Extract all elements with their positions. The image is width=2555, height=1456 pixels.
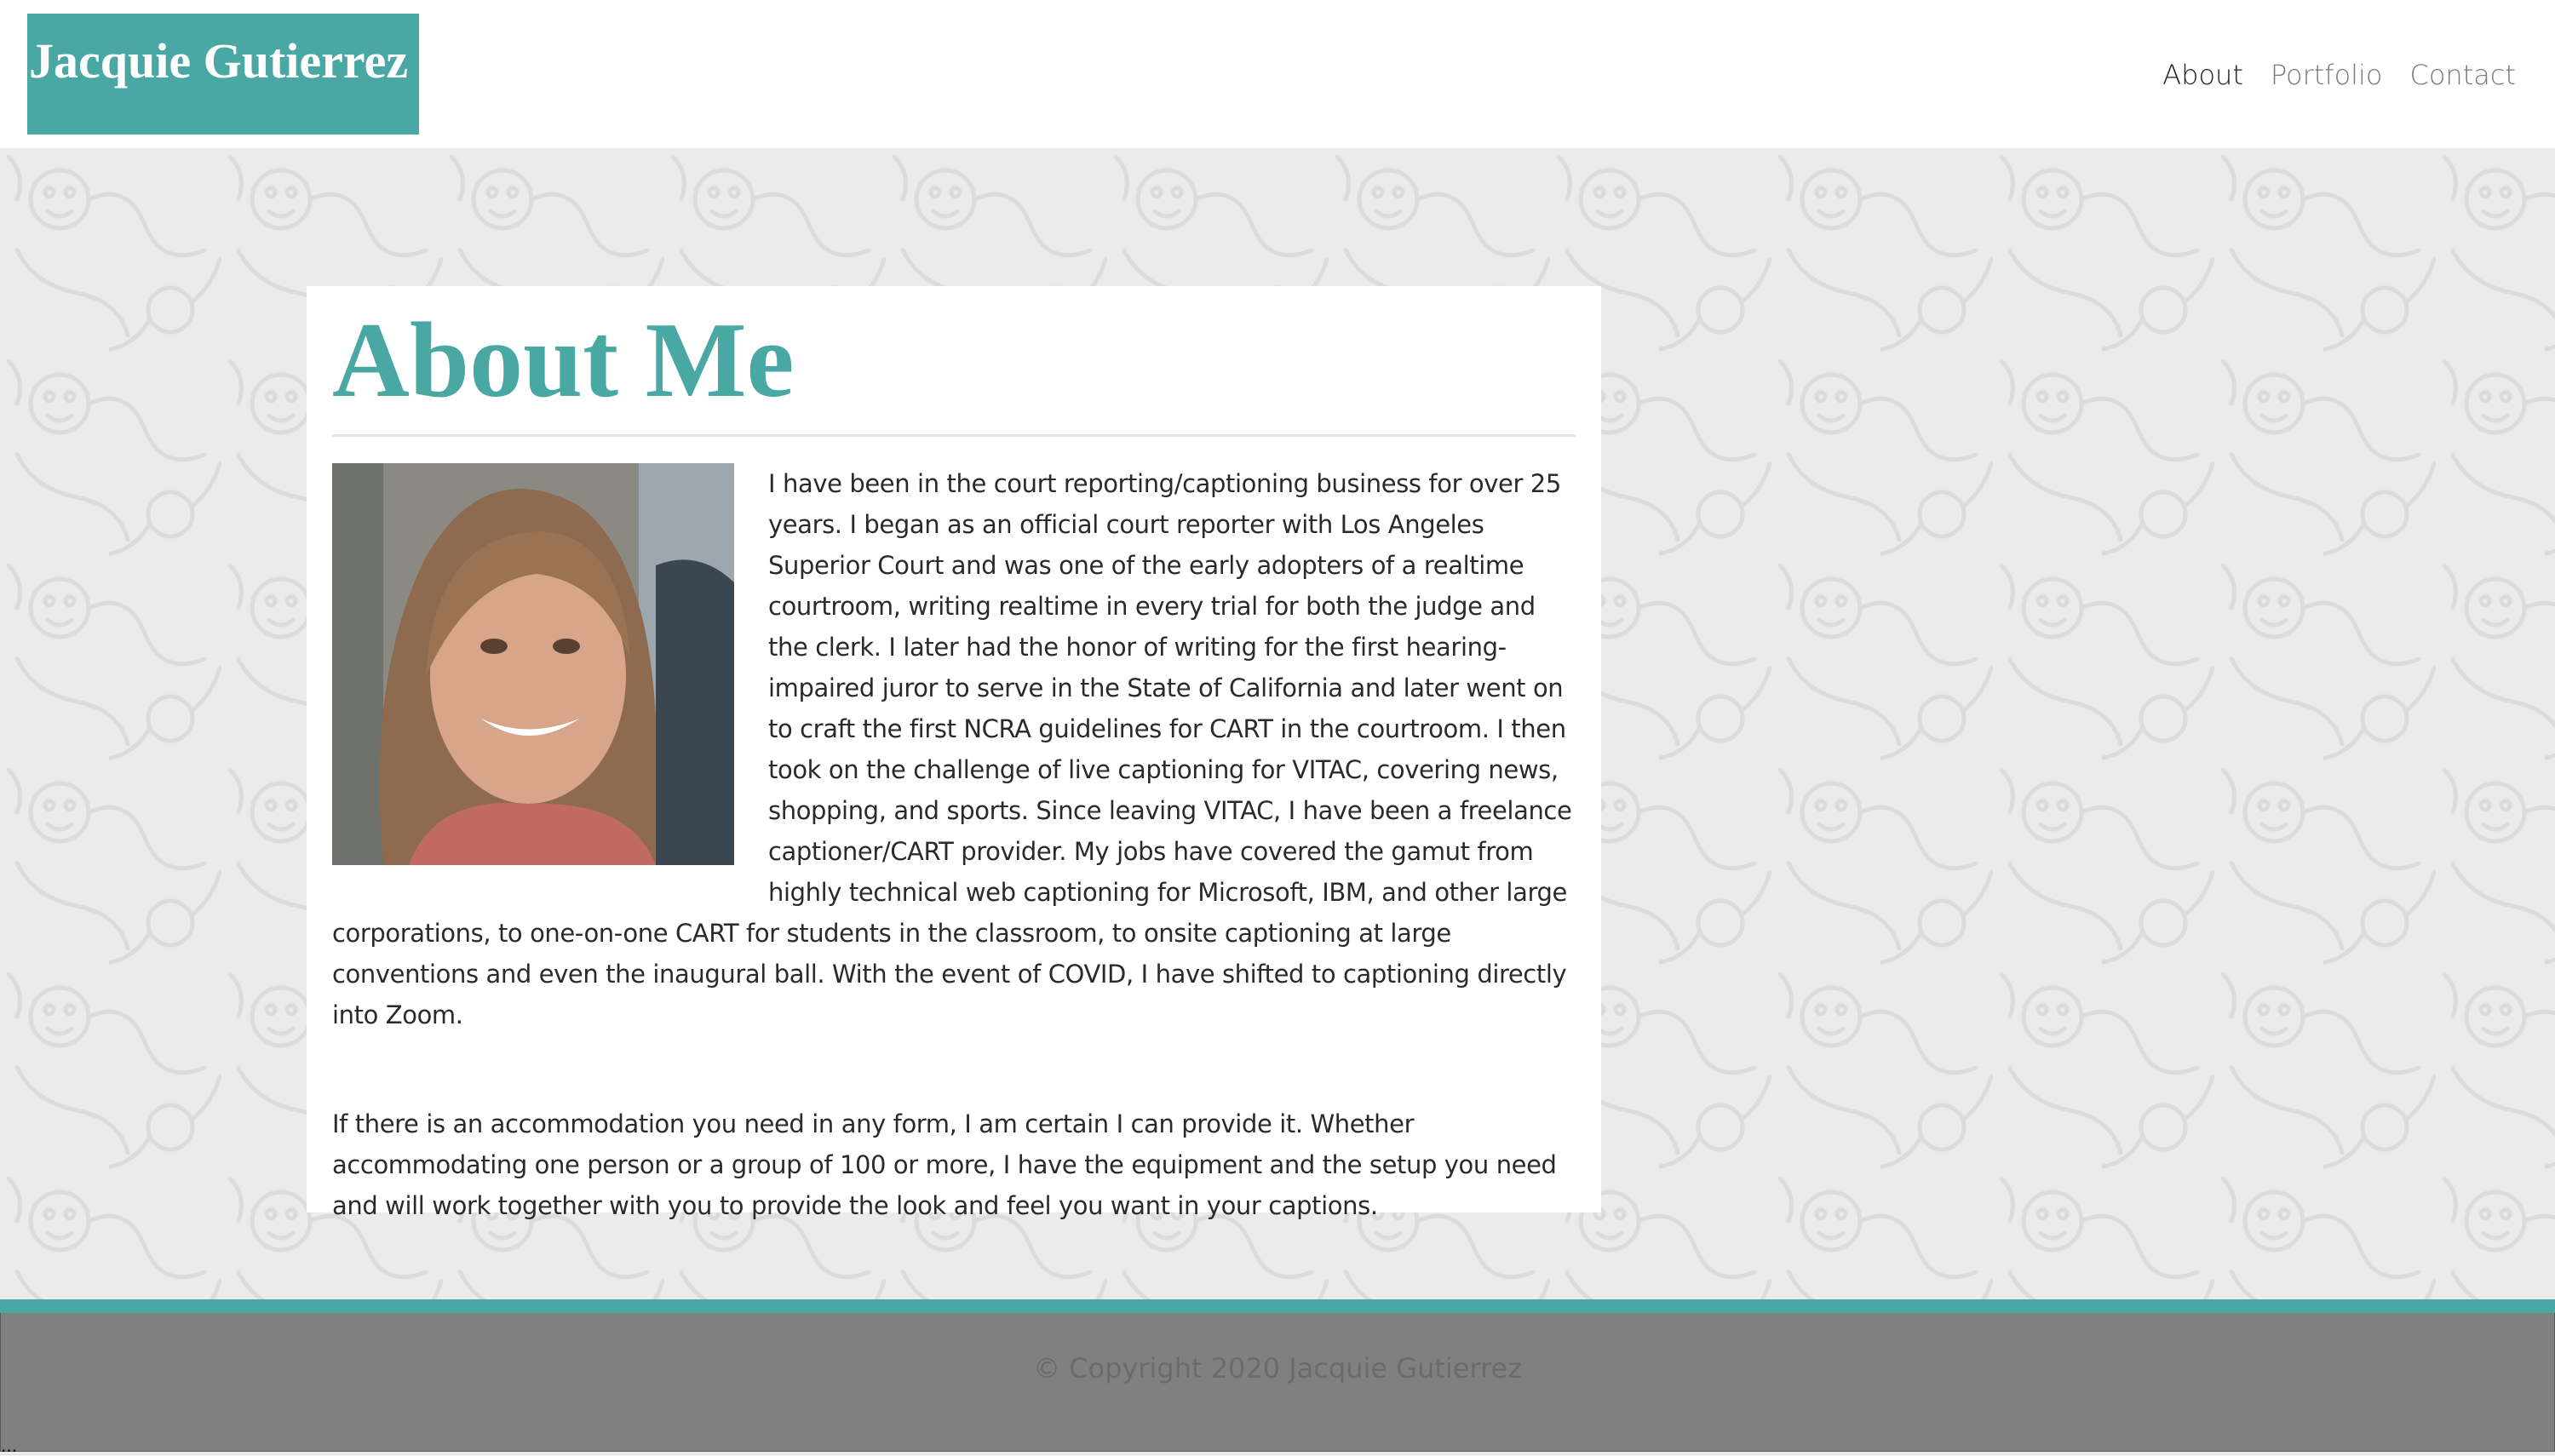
footer-accent-bar: [0, 1299, 2555, 1313]
nav-about[interactable]: About: [2162, 54, 2243, 95]
footer-ellipsis: ...: [1, 1436, 18, 1456]
about-card: About Me I have been in the court report…: [307, 286, 1601, 1220]
main-nav: About Portfolio Contact: [2162, 54, 2516, 95]
nav-contact[interactable]: Contact: [2410, 54, 2517, 95]
site-footer: © Copyright 2020 Jacquie Gutierrez ...: [0, 1313, 2555, 1456]
about-content: I have been in the court reporting/capti…: [332, 463, 1577, 1226]
profile-photo: [332, 463, 734, 865]
site-header: Jacquie Gutierrez About Portfolio Contac…: [0, 0, 2555, 148]
site-logo[interactable]: Jacquie Gutierrez: [27, 14, 419, 135]
title-divider: [332, 434, 1576, 437]
nav-portfolio[interactable]: Portfolio: [2271, 54, 2383, 95]
page-title: About Me: [332, 301, 795, 420]
copyright-text: © Copyright 2020 Jacquie Gutierrez: [1032, 1352, 1523, 1384]
about-paragraph-2: If there is an accommodation you need in…: [332, 1109, 1557, 1220]
